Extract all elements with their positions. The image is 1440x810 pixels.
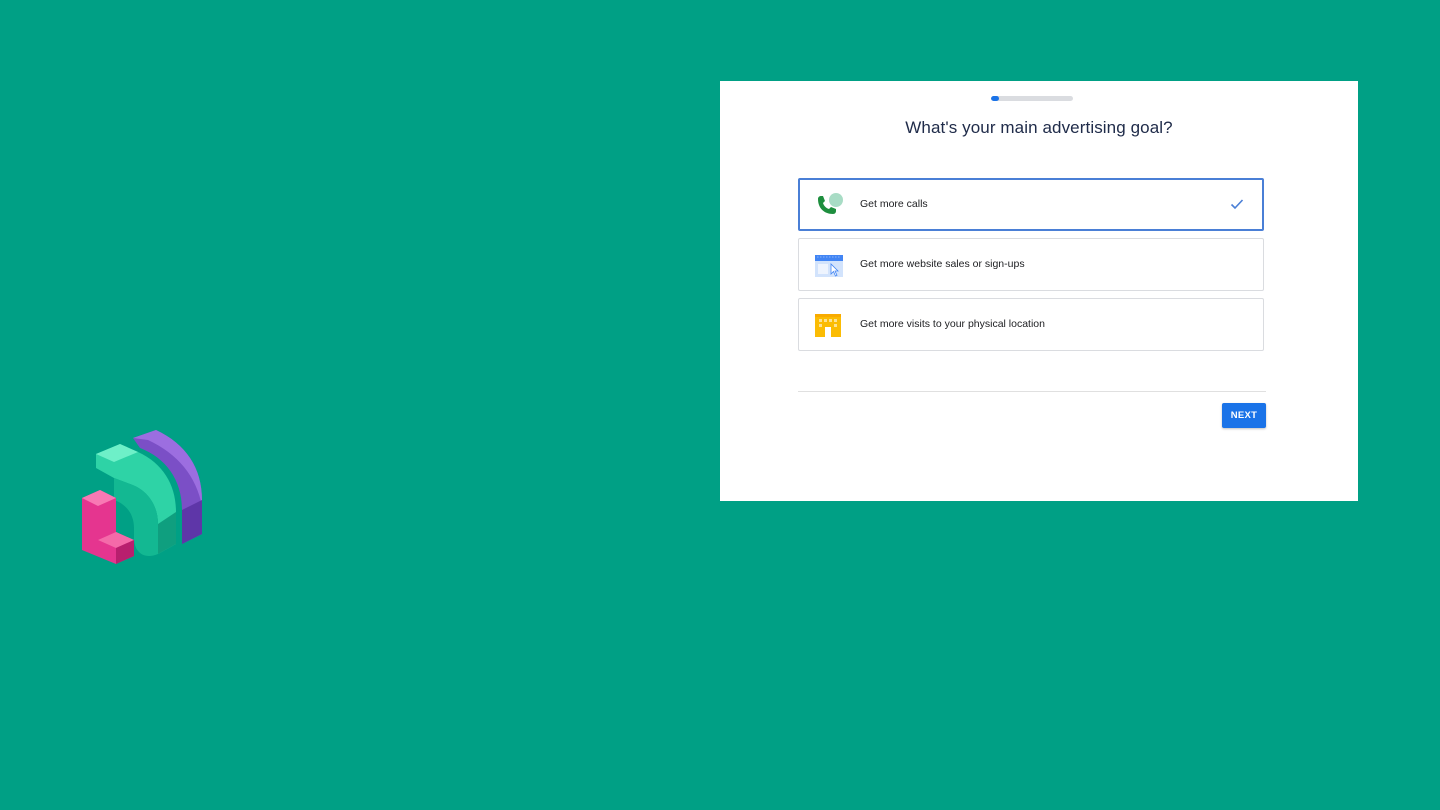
checkmark-icon	[1230, 199, 1244, 210]
goal-option-calls[interactable]: Get more calls	[798, 178, 1264, 231]
page-title: What's your main advertising goal?	[905, 118, 1173, 137]
progress-bar	[991, 96, 1073, 101]
phone-call-icon	[818, 193, 843, 214]
storefront-icon	[815, 314, 841, 337]
goal-option-label: Get more calls	[860, 198, 928, 210]
divider	[798, 391, 1266, 392]
goal-option-location[interactable]: Get more visits to your physical locatio…	[798, 298, 1264, 351]
goal-option-website[interactable]: Get more website sales or sign-ups	[798, 238, 1264, 291]
goal-wizard-panel: What's your main advertising goal? Get m…	[720, 81, 1358, 501]
progress-bar-fill	[991, 96, 1000, 101]
website-cursor-icon	[815, 255, 843, 277]
brand-logo	[82, 430, 202, 564]
goal-option-label: Get more visits to your physical locatio…	[860, 318, 1045, 330]
page-background: What's your main advertising goal? Get m…	[0, 0, 1440, 810]
goal-option-label: Get more website sales or sign-ups	[860, 258, 1025, 270]
next-button[interactable]: NEXT	[1222, 403, 1266, 428]
